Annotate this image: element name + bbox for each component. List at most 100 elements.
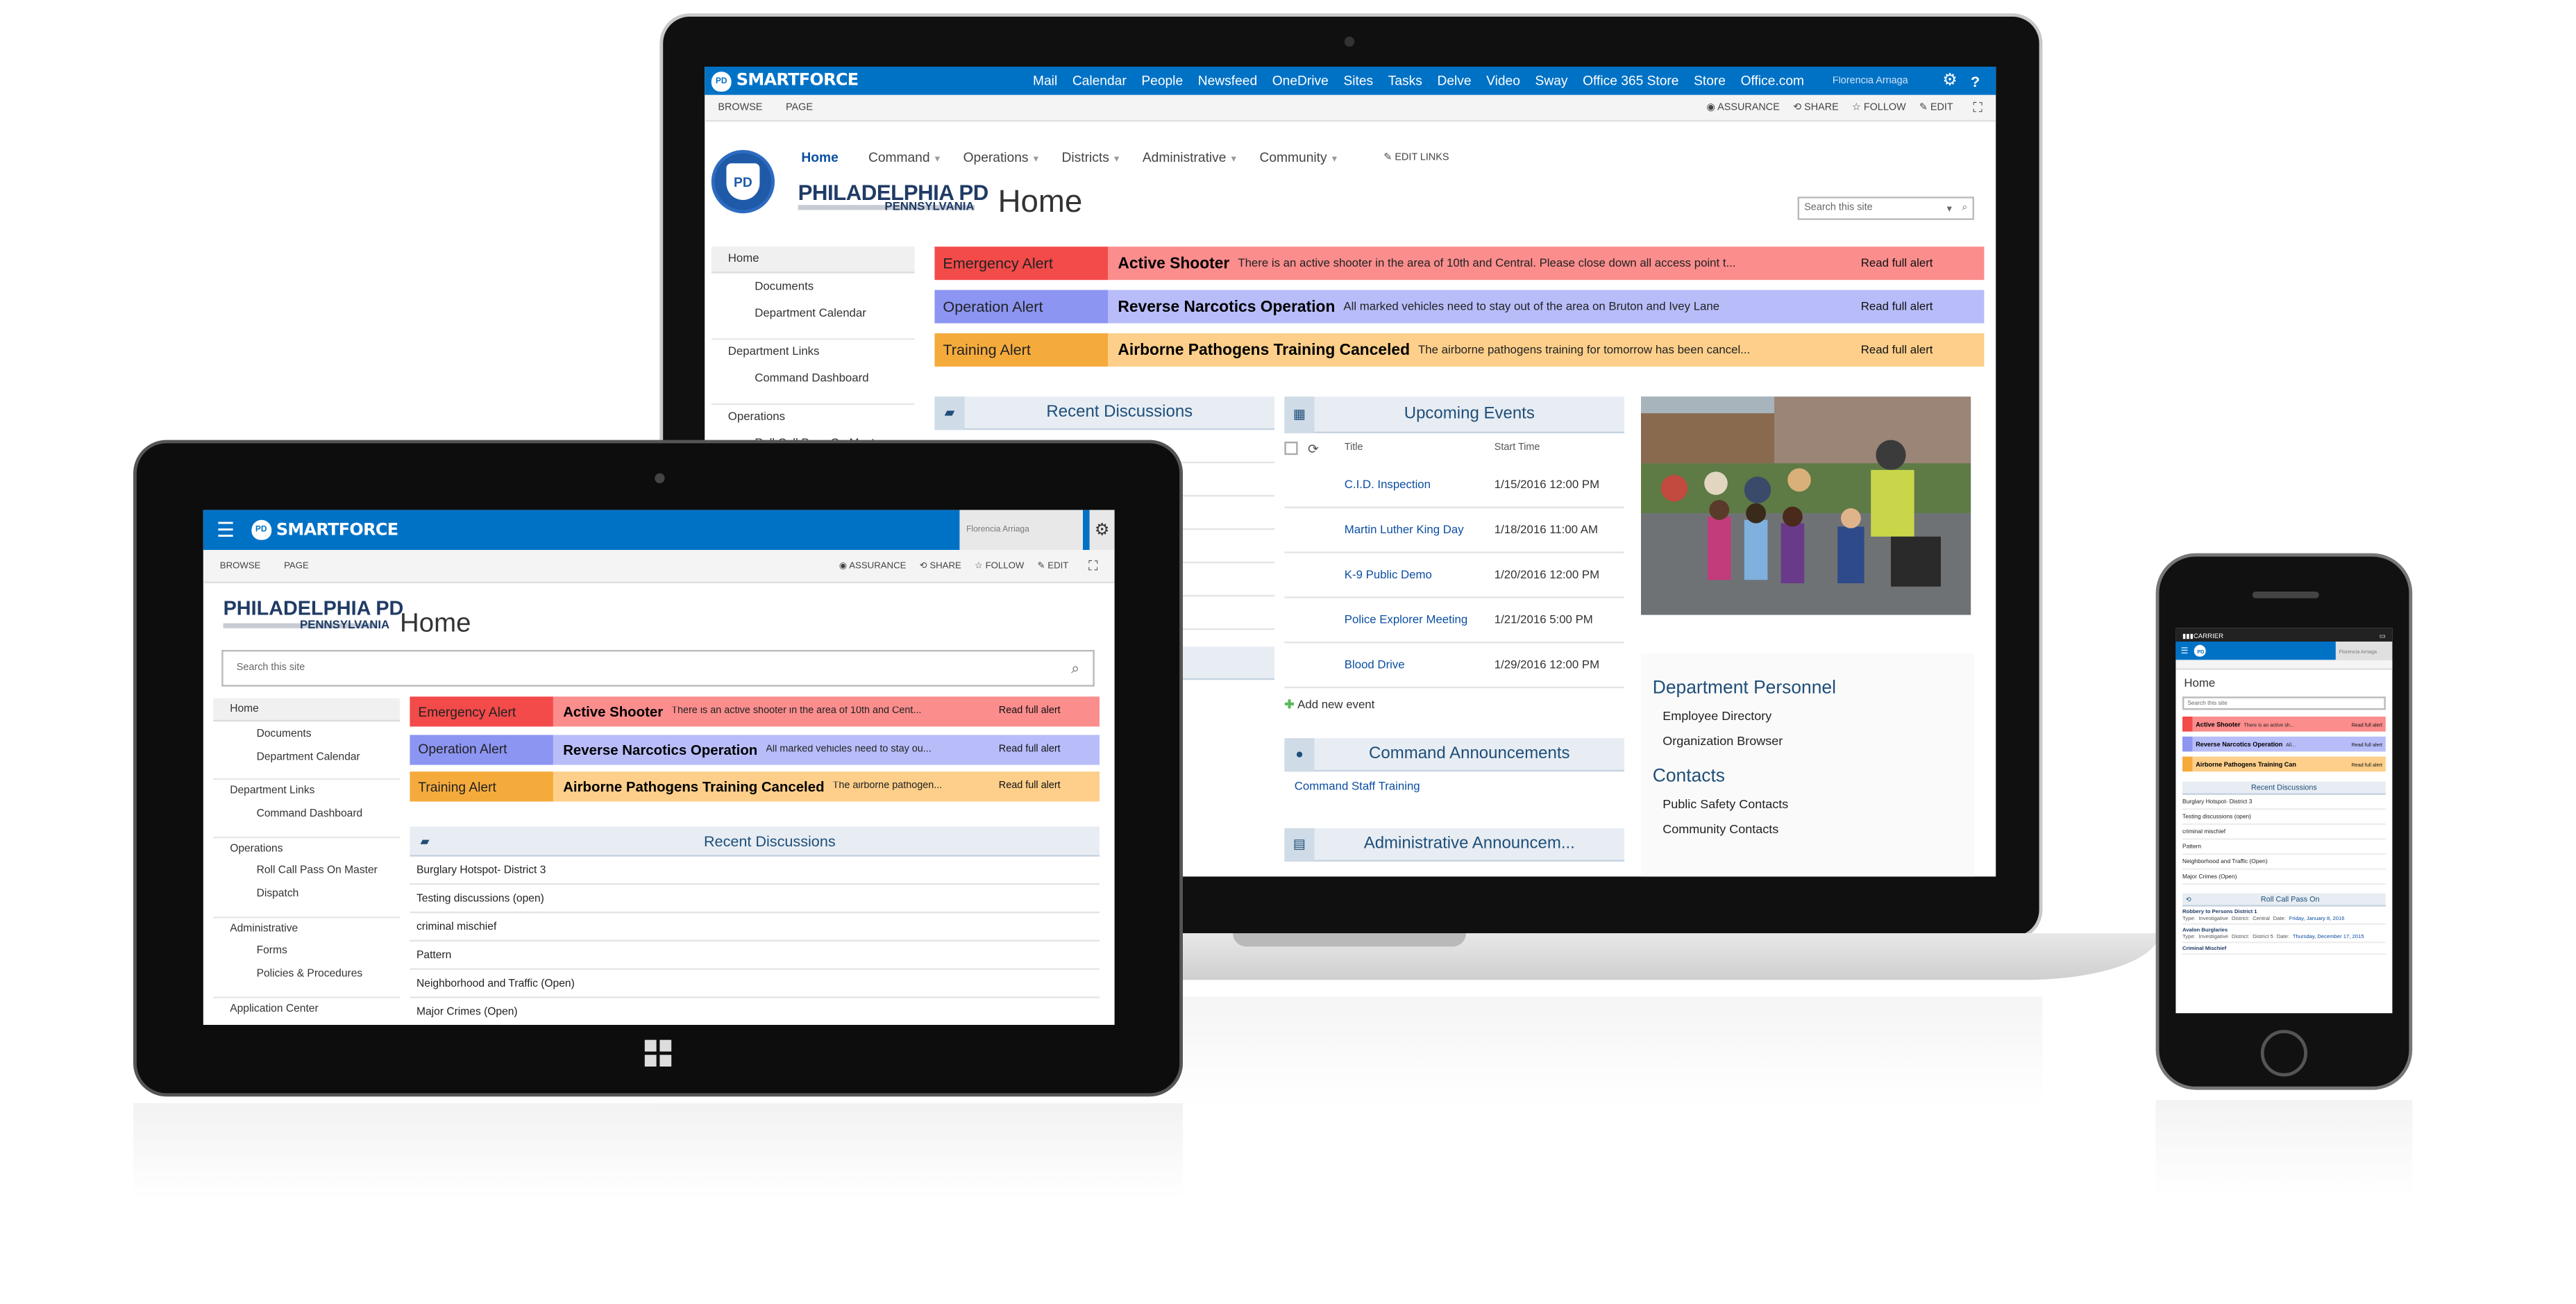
col-title[interactable]: Title — [1345, 443, 1495, 453]
event-title-link[interactable]: Martin Luther King Day — [1345, 522, 1495, 537]
left-nav-item[interactable]: Documents — [213, 721, 400, 745]
top-nav-item[interactable]: Community ▾ — [1260, 150, 1338, 165]
alert-title[interactable]: Airborne Pathogens Training Canceled — [563, 778, 824, 795]
ribbon-page-tab[interactable]: PAGE — [284, 561, 309, 571]
search-icon[interactable]: ⌕ — [1071, 659, 1079, 677]
suite-nav-item[interactable]: Delve — [1437, 74, 1471, 89]
phone-search-box[interactable]: Search this site — [2182, 696, 2386, 710]
discussion-item[interactable]: Major Crimes (Open) — [410, 998, 1100, 1025]
alert-row-orange[interactable]: Training Alert Airborne Pathogens Trainin… — [934, 333, 1985, 367]
alert-row-blue[interactable]: Operation Alert Reverse Narcotics Operati… — [410, 734, 1100, 764]
ribbon-edit[interactable]: ✎ EDIT — [1038, 561, 1069, 571]
event-title-link[interactable]: C.I.D. Inspection — [1345, 478, 1495, 493]
event-row[interactable]: C.I.D. Inspection 1/15/2016 12:00 PM — [1284, 463, 1624, 508]
alert-title[interactable]: Reverse Narcotics Operation — [563, 741, 757, 758]
ribbon-browse-tab[interactable]: BROWSE — [220, 561, 261, 571]
smartforce-logo-icon[interactable]: PD — [2194, 644, 2207, 657]
phone-discussion-item[interactable]: Neighborhood and Traffic (Open) — [2182, 855, 2386, 870]
command-announcement-item[interactable]: Command Staff Training — [1284, 771, 1624, 803]
add-new-event[interactable]: ✚ Add new event — [1284, 699, 1624, 712]
event-row[interactable]: K-9 Public Demo 1/20/2016 12:00 PM — [1284, 553, 1624, 599]
top-nav-home[interactable]: Home — [801, 150, 838, 165]
suite-nav-item[interactable]: Video — [1486, 74, 1520, 89]
event-title-link[interactable]: Blood Drive — [1345, 658, 1495, 673]
link-item[interactable]: Employee Directory — [1641, 703, 1974, 728]
alert-title[interactable]: Active Shooter — [563, 703, 663, 720]
discussion-item[interactable]: criminal mischief — [410, 913, 1100, 942]
ribbon-follow[interactable]: ☆ FOLLOW — [1852, 101, 1906, 113]
rollcall-item[interactable]: Robbery to Persons District 1 Type: Invest… — [2182, 907, 2386, 925]
top-nav-item[interactable]: Districts ▾ — [1062, 150, 1120, 165]
refresh-icon[interactable]: ⟳ — [1308, 441, 1345, 456]
ribbon-follow[interactable]: ☆ FOLLOW — [975, 561, 1024, 571]
phone-alert-row-orange[interactable]: Airborne Pathogens Training Can Read full… — [2182, 756, 2386, 772]
site-logo[interactable]: PD — [711, 150, 775, 214]
gear-icon[interactable]: ⚙ — [1942, 72, 1958, 90]
phone-alert-row-blue[interactable]: Reverse Narcotics Operation All... Read fu… — [2182, 736, 2386, 752]
phone-alert-title[interactable]: Active Shooter — [2196, 721, 2240, 728]
suite-nav-item[interactable]: Office.com — [1741, 74, 1804, 89]
alert-row-blue[interactable]: Operation Alert Reverse Narcotics Operati… — [934, 290, 1985, 324]
phone-alert-title[interactable]: Reverse Narcotics Operation — [2196, 741, 2282, 748]
rollcall-title[interactable]: Avalon Burglaries — [2182, 926, 2386, 933]
rollcall-item[interactable]: Avalon Burglaries Type: Investigative Distr… — [2182, 925, 2386, 944]
discussion-item[interactable]: Neighborhood and Traffic (Open) — [410, 970, 1100, 998]
left-nav-item[interactable]: Home — [213, 698, 400, 722]
rollcall-item[interactable]: Criminal Mischief — [2182, 943, 2386, 955]
phone-discussion-item[interactable]: Pattern — [2182, 840, 2386, 855]
hamburger-menu-icon[interactable]: ☰ — [217, 518, 235, 542]
windows-key-icon[interactable] — [644, 1039, 672, 1067]
tablet-brand-name[interactable]: SMARTFORCE — [276, 521, 960, 539]
alert-row-red[interactable]: Emergency Alert Active Shooter There is an… — [410, 696, 1100, 727]
rollcall-title[interactable]: Criminal Mischief — [2182, 945, 2386, 952]
gear-icon[interactable]: ⚙ — [1089, 510, 1115, 551]
search-icon[interactable]: ⌕ — [1962, 203, 1967, 215]
suite-nav-item[interactable]: Office 365 Store — [1583, 74, 1678, 89]
brand-name[interactable]: SMARTFORCE — [736, 72, 1033, 90]
read-full-alert-link[interactable]: Read full alert — [2348, 761, 2386, 768]
left-nav-item[interactable]: Administrative — [213, 916, 400, 940]
read-full-alert-link[interactable]: Read full alert — [2348, 721, 2386, 728]
ribbon-edit[interactable]: ✎ EDIT — [1919, 101, 1953, 113]
left-nav-item[interactable]: Department Links — [711, 338, 915, 365]
smartforce-logo-icon[interactable]: PD — [251, 519, 271, 540]
left-nav-item[interactable]: Forms — [213, 939, 400, 963]
left-nav-item[interactable]: Department Links — [213, 778, 400, 803]
left-nav-item[interactable]: All Applications — [213, 1020, 400, 1025]
event-row[interactable]: Martin Luther King Day 1/18/2016 11:00 AM — [1284, 508, 1624, 553]
left-nav-item[interactable]: Home — [711, 246, 915, 274]
alert-title[interactable]: Reverse Narcotics Operation — [1118, 297, 1335, 315]
left-nav-item[interactable]: Department Calendar — [213, 745, 400, 769]
left-nav-item[interactable]: Documents — [712, 274, 915, 300]
suite-nav-item[interactable]: OneDrive — [1272, 74, 1329, 89]
event-row[interactable]: Police Explorer Meeting 1/21/2016 5:00 PM — [1284, 599, 1624, 644]
suite-nav-item[interactable]: Newsfeed — [1198, 74, 1257, 89]
discussion-item[interactable]: Burglary Hotspot- District 3 — [410, 857, 1100, 885]
discussion-item[interactable]: Pattern — [410, 942, 1100, 970]
read-full-alert-link[interactable]: Read full alert — [992, 744, 1100, 754]
link-item[interactable]: Community Contacts — [1641, 817, 1974, 842]
phone-discussion-item[interactable]: Testing discussions (open) — [2182, 810, 2386, 825]
left-nav-item[interactable]: Dispatch — [213, 883, 400, 906]
chevron-down-icon[interactable]: ▾ — [1947, 203, 1952, 214]
suite-nav-item[interactable]: People — [1141, 74, 1183, 89]
phone-alert-row-red[interactable]: Active Shooter There is an active sh... Re… — [2182, 717, 2386, 732]
community-photo[interactable] — [1641, 396, 1971, 615]
left-nav-item[interactable]: Operations — [711, 403, 915, 431]
phone-user-name[interactable]: Florencia Arriaga — [2335, 642, 2393, 660]
left-nav-item[interactable]: Roll Call Pass On Master — [213, 859, 400, 883]
ribbon-assurance[interactable]: ◉ ASSURANCE — [839, 561, 907, 571]
left-nav-item[interactable]: Application Center — [213, 996, 400, 1021]
phone-discussion-item[interactable]: Burglary Hotspot- District 3 — [2182, 795, 2386, 810]
read-full-alert-link[interactable]: Read full alert — [992, 782, 1100, 792]
event-row[interactable]: Blood Drive 1/29/2016 12:00 PM — [1284, 643, 1624, 689]
left-nav-item[interactable]: Command Dashboard — [213, 802, 400, 826]
left-nav-item[interactable]: Command Dashboard — [712, 365, 915, 392]
top-nav-item[interactable]: Command ▾ — [868, 150, 940, 165]
suite-nav-item[interactable]: Mail — [1033, 74, 1057, 89]
rollcall-title[interactable]: Robbery to Persons District 1 — [2182, 908, 2386, 915]
col-start-time[interactable]: Start Time — [1495, 443, 1540, 453]
ribbon-share[interactable]: ⟲ SHARE — [920, 561, 961, 571]
read-full-alert-link[interactable]: Read full alert — [2348, 741, 2386, 748]
user-name[interactable]: Florencia Arriaga — [1833, 76, 1919, 85]
